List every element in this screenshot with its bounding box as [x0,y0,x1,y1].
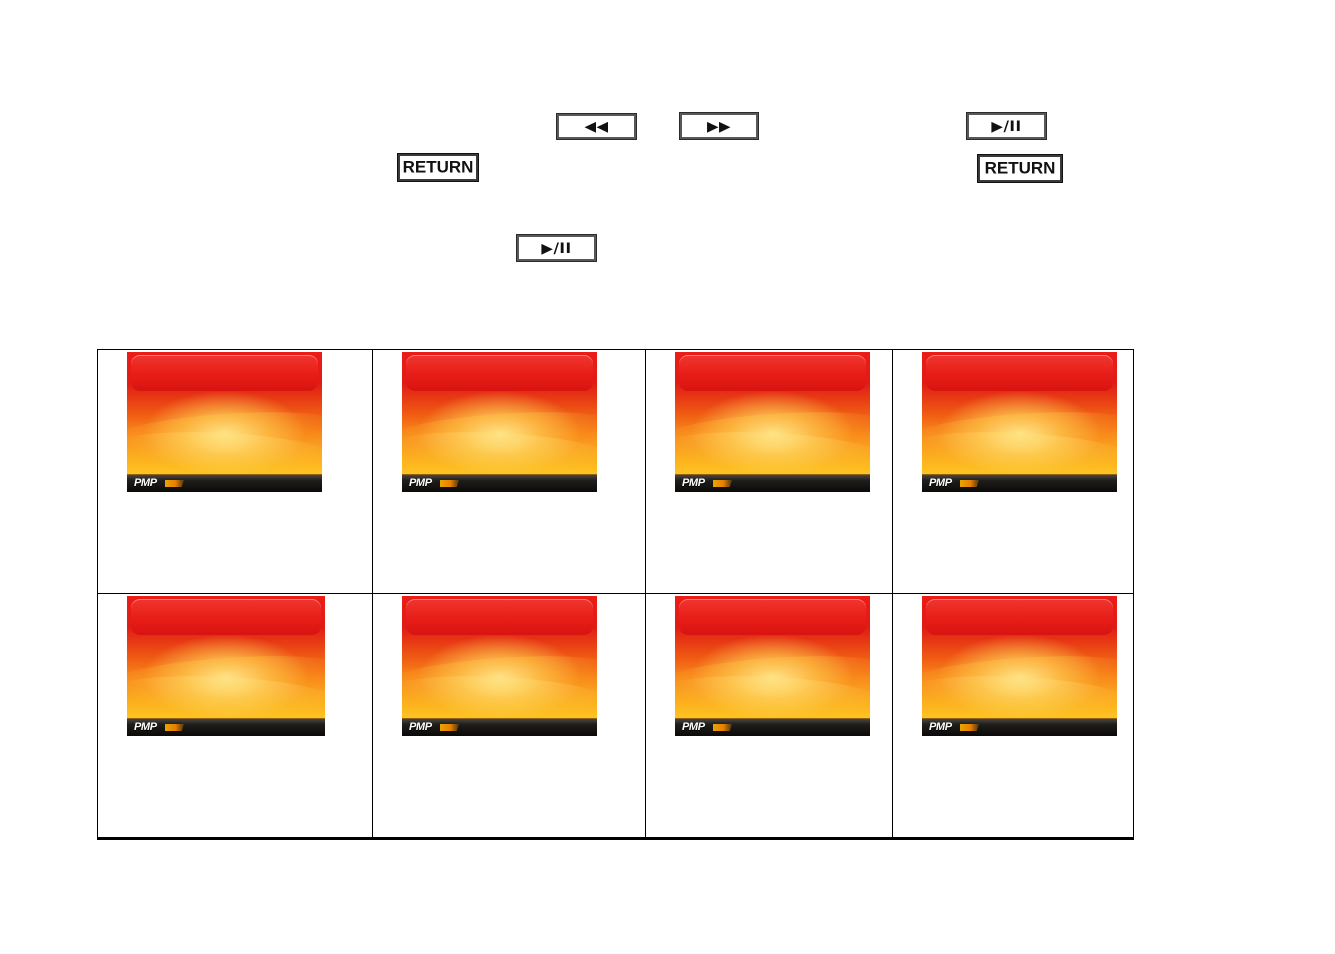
play-pause-key-2[interactable]: ▶/II [516,234,597,262]
screen-top-panel [406,355,593,391]
pmp-accent-mark-icon [713,480,732,487]
screen-status-bar: PMP [922,718,1117,736]
return-icon: RETURN [984,159,1056,178]
grid-cell-r2c4: PMP [892,593,1134,840]
menu-state-7: PMP [675,596,870,736]
table-row: PMP PMP PMP PMP [97,349,1134,594]
return-icon: RETURN [402,158,474,177]
screen-status-bar: PMP [402,718,597,736]
grid-cell-r1c4: PMP [892,349,1134,594]
menu-state-3: PMP [675,352,870,492]
grid-cell-r1c3: PMP [645,349,893,594]
pmp-logo: PMP [409,721,432,733]
pmp-accent-mark-icon [440,724,459,731]
grid-cell-r2c1: PMP [97,593,373,840]
pmp-accent-mark-icon [960,480,979,487]
screen-status-bar: PMP [127,474,322,492]
screen-top-panel [131,355,318,391]
rewind-icon: ◀◀ [584,117,609,135]
pmp-accent-mark-icon [713,724,732,731]
screen-top-panel [679,599,866,635]
pmp-accent-mark-icon [165,724,184,731]
return-key-left[interactable]: RETURN [397,153,479,182]
screen-top-panel [406,599,593,635]
fast-forward-icon: ▶▶ [706,116,732,135]
play-pause-icon: ▶/II [541,238,572,257]
fast-forward-key[interactable]: ▶▶ [679,112,759,140]
menu-state-8: PMP [922,596,1117,736]
pmp-logo: PMP [134,477,157,489]
return-key-right[interactable]: RETURN [977,154,1063,183]
screen-status-bar: PMP [922,474,1117,492]
pmp-logo: PMP [409,477,432,489]
rewind-key[interactable]: ◀◀ [556,113,637,140]
grid-cell-r1c2: PMP [372,349,646,594]
play-pause-icon: ▶/II [991,116,1022,135]
pmp-logo: PMP [929,477,952,489]
pmp-logo: PMP [134,721,157,733]
screen-status-bar: PMP [675,474,870,492]
grid-cell-r2c3: PMP [645,593,893,840]
screen-top-panel [926,355,1113,391]
menu-state-6: PMP [402,596,597,736]
screen-top-panel [926,599,1113,635]
screenshot-grid: PMP PMP PMP PMP PMP PMP PMP PMP [97,349,1134,840]
menu-state-4: PMP [922,352,1117,492]
pmp-accent-mark-icon [165,480,184,487]
play-pause-key-1[interactable]: ▶/II [966,112,1047,140]
screen-status-bar: PMP [675,718,870,736]
pmp-accent-mark-icon [440,480,459,487]
table-row: PMP PMP PMP PMP [97,593,1134,840]
menu-state-5: PMP [127,596,325,736]
screen-status-bar: PMP [127,718,325,736]
pmp-logo: PMP [682,721,705,733]
menu-state-1: PMP [127,352,322,492]
grid-cell-r1c1: PMP [97,349,373,594]
pmp-logo: PMP [682,477,705,489]
screen-top-panel [679,355,866,391]
pmp-accent-mark-icon [960,724,979,731]
menu-state-2: PMP [402,352,597,492]
pmp-logo: PMP [929,721,952,733]
screen-top-panel [131,599,321,635]
grid-cell-r2c2: PMP [372,593,646,840]
screen-status-bar: PMP [402,474,597,492]
